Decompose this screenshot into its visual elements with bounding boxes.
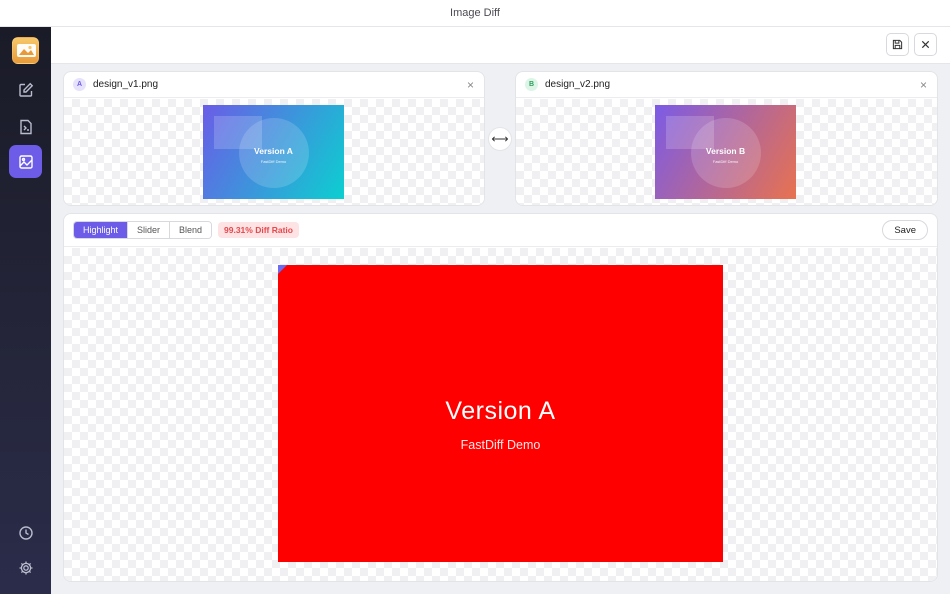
remove-image-b-button[interactable]: × [920,79,927,91]
diff-result-image[interactable]: Version A FastDiff Demo [278,265,723,562]
unchanged-region [278,265,287,274]
image-b-preview-subtitle: FastDiff Demo [712,159,739,164]
close-icon [921,40,930,49]
image-diff-icon [18,154,33,169]
image-b-preview-title: Version B [705,146,746,156]
floppy-icon [892,39,903,50]
mode-slider-tab[interactable]: Slider [128,222,171,238]
diff-preview-title: Version A [445,397,556,425]
save-button[interactable]: Save [882,220,928,240]
image-a-canvas: Version A FastDiff Demo [64,99,484,205]
image-a-card: A design_v1.png × Version A FastDiff Dem… [63,71,485,206]
image-a-preview[interactable]: Version A FastDiff Demo [203,105,344,199]
image-a-filename: design_v1.png [93,79,159,90]
diff-ratio-badge: 99.31% Diff Ratio [218,222,299,238]
sidebar-item-history[interactable] [9,516,42,549]
image-b-card: B design_v2.png × Version B FastDiff Dem… [515,71,938,206]
image-a-header: A design_v1.png × [64,72,484,98]
toolbar [51,27,950,64]
swap-images-button[interactable]: ⟷ [488,127,512,151]
sidebar-item-settings[interactable] [9,551,42,584]
sidebar [0,27,51,594]
app-logo-icon [12,37,39,64]
gear-icon [19,561,32,574]
diff-preview-subtitle: FastDiff Demo [460,438,541,452]
diff-header: Highlight Slider Blend 99.31% Diff Ratio… [64,214,937,247]
close-button[interactable] [914,33,937,56]
diff-mode-selector: Highlight Slider Blend [73,221,213,239]
diff-panel: Highlight Slider Blend 99.31% Diff Ratio… [63,213,938,582]
image-b-preview[interactable]: Version B FastDiff Demo [655,105,796,199]
window-title: Image Diff [0,0,950,27]
file-code-icon [19,119,32,134]
save-diff-button[interactable] [886,33,909,56]
sidebar-item-image-diff[interactable] [9,145,42,178]
mode-highlight-tab[interactable]: Highlight [74,222,129,238]
image-b-filename: design_v2.png [545,79,611,90]
image-b-badge: B [525,78,538,91]
image-a-badge: A [73,78,86,91]
diff-canvas: Version A FastDiff Demo [64,248,937,581]
mode-blend-tab[interactable]: Blend [170,222,212,238]
image-a-preview-title: Version A [254,146,293,156]
image-a-preview-subtitle: FastDiff Demo [260,159,287,164]
remove-image-a-button[interactable]: × [467,79,474,91]
image-b-canvas: Version B FastDiff Demo [516,99,937,205]
image-b-header: B design_v2.png × [516,72,937,98]
edit-icon [18,82,33,97]
sidebar-item-file-code[interactable] [9,110,42,143]
sidebar-item-edit[interactable] [9,73,42,106]
clock-icon [18,525,33,540]
